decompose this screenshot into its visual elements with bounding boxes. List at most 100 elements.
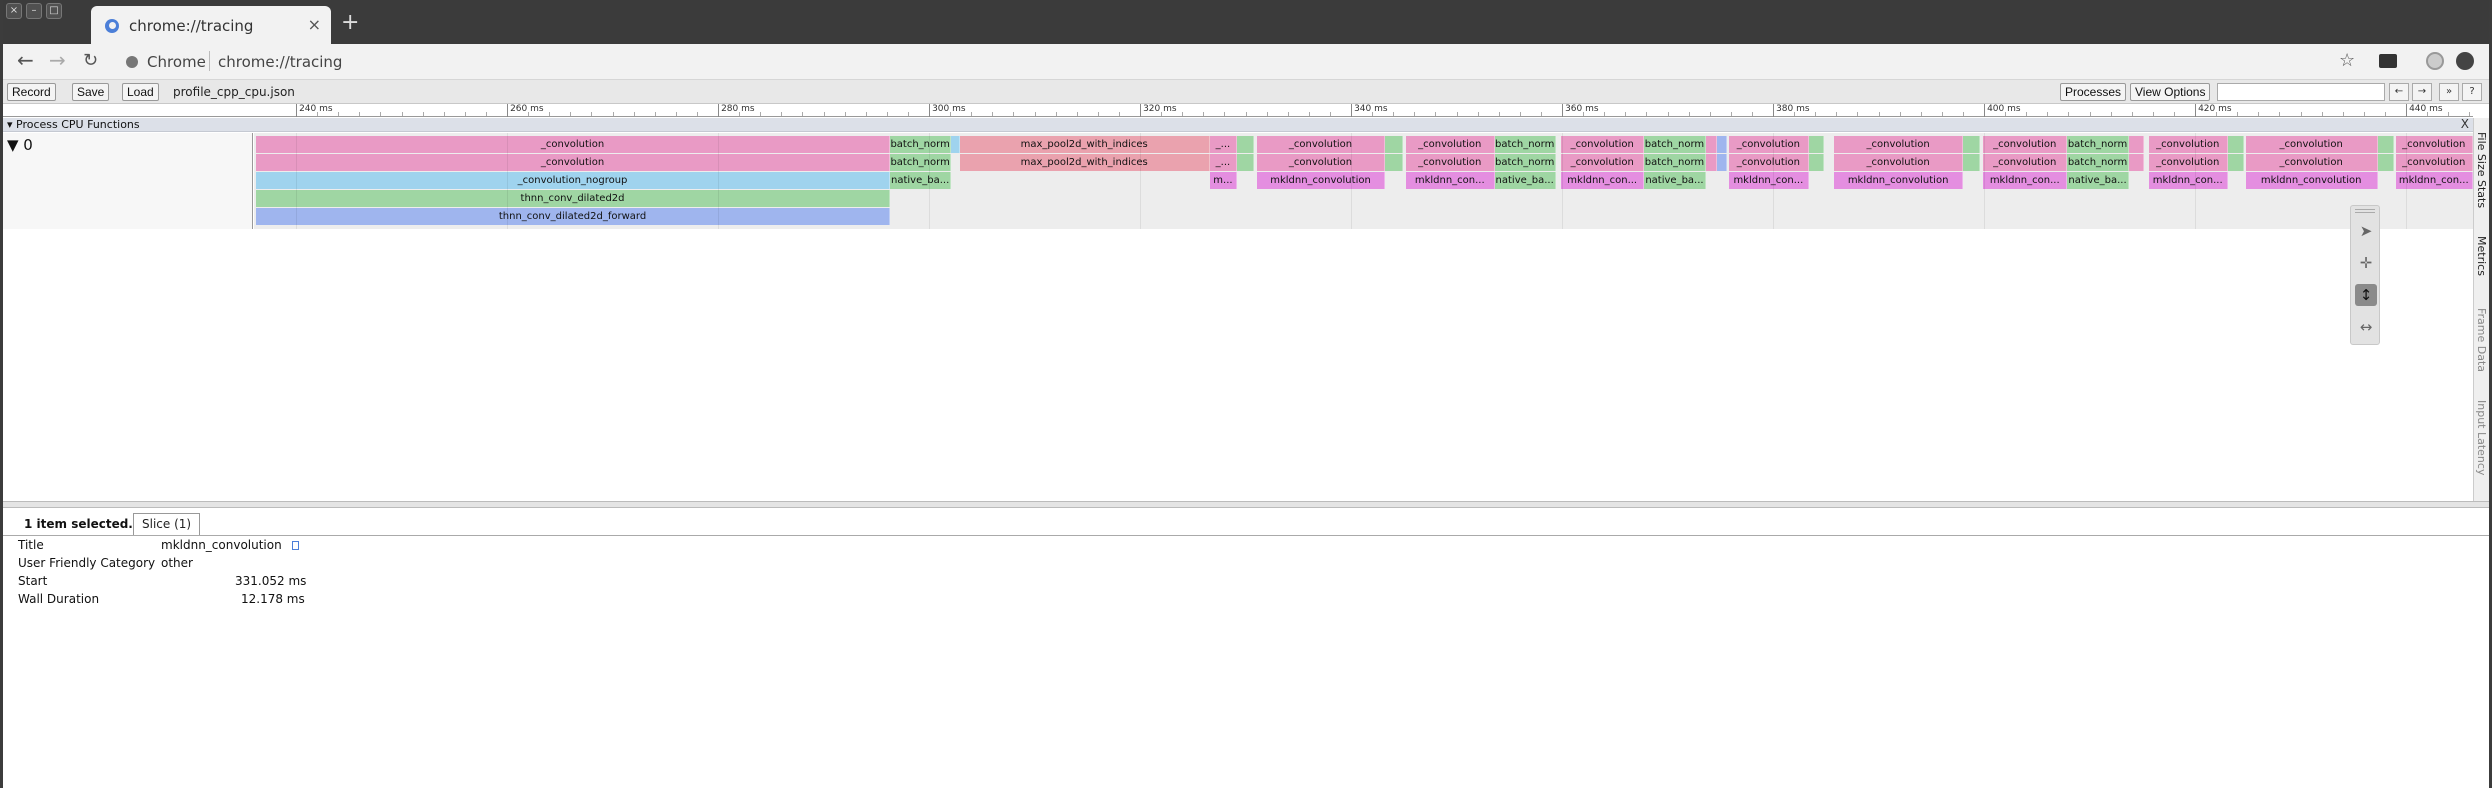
trace-slice[interactable]: max_pool2d_with_indices	[959, 136, 1210, 153]
trace-slice[interactable]	[2128, 136, 2145, 153]
trace-slice[interactable]: _convolution	[2395, 136, 2473, 153]
trace-slice[interactable]: _convolution	[1561, 154, 1645, 171]
trace-slice[interactable]	[1962, 136, 1980, 153]
processes-button[interactable]: Processes	[2060, 83, 2127, 101]
pan-icon[interactable]: ✛	[2355, 252, 2377, 274]
trace-slice[interactable]: _convolution	[1257, 136, 1385, 153]
trace-slice[interactable]: _convolution	[2148, 154, 2228, 171]
trace-slice[interactable]: _convolution	[2245, 154, 2378, 171]
trace-slice[interactable]: native_ba...	[1644, 172, 1706, 189]
trace-slice[interactable]: _...	[1209, 136, 1238, 153]
trace-slice[interactable]	[2377, 136, 2395, 153]
maximize-window-button[interactable]: □	[46, 3, 62, 19]
trace-slice[interactable]: mkldnn_convolution	[1834, 172, 1963, 189]
tab-close-icon[interactable]: ×	[308, 15, 321, 34]
trace-slice[interactable]: _convolution	[1561, 136, 1645, 153]
trace-slice[interactable]: _convolution	[1405, 154, 1495, 171]
trace-slice[interactable]	[1808, 136, 1824, 153]
trace-slice[interactable]	[2227, 136, 2244, 153]
trace-slice[interactable]: _convolution	[256, 136, 891, 153]
close-window-button[interactable]: ×	[6, 3, 22, 19]
trace-slice[interactable]	[1717, 154, 1727, 171]
trace-slice[interactable]: thnn_conv_dilated2d	[256, 190, 891, 207]
trace-slice[interactable]: _convolution	[1834, 136, 1963, 153]
bookmark-star-icon[interactable]: ☆	[2339, 50, 2355, 71]
save-button[interactable]: Save	[72, 83, 110, 101]
trace-slice[interactable]: _convolution	[2148, 136, 2228, 153]
trace-slice[interactable]	[1717, 136, 1727, 153]
trace-slice[interactable]	[2227, 154, 2244, 171]
trace-slice[interactable]: mkldnn_con...	[1728, 172, 1809, 189]
load-button[interactable]: Load	[122, 83, 159, 101]
trace-slice[interactable]: native_ba...	[2067, 172, 2129, 189]
trace-slice[interactable]: _convolution	[1728, 136, 1809, 153]
forward-arrow-icon[interactable]: →	[49, 48, 66, 72]
trace-slice[interactable]	[2377, 154, 2395, 171]
trace-slice[interactable]: batch_norm	[890, 154, 952, 171]
trace-slice[interactable]	[1808, 154, 1824, 171]
trace-slice[interactable]: _convolution	[256, 154, 891, 171]
back-arrow-icon[interactable]: ←	[17, 48, 34, 72]
browser-tab[interactable]: chrome://tracing ×	[91, 6, 331, 44]
new-tab-button[interactable]: +	[341, 10, 359, 35]
side-tab-frame-data[interactable]: Frame Data	[2475, 308, 2488, 372]
side-tab-input-latency[interactable]: Input Latency	[2475, 400, 2488, 475]
reload-icon[interactable]: ↻	[83, 50, 98, 71]
side-tab-file-size-stats[interactable]: File Size Stats	[2475, 132, 2488, 208]
profile-avatar-icon[interactable]	[2426, 52, 2444, 70]
trace-slice[interactable]: batch_norm	[1494, 154, 1556, 171]
extension-icon[interactable]	[2379, 54, 2397, 68]
timing-icon[interactable]: ↔	[2355, 316, 2377, 338]
browser-menu-icon[interactable]	[2456, 52, 2474, 70]
trace-slice[interactable]: _convolution	[2395, 154, 2473, 171]
process-header[interactable]: ▾ Process CPU Functions X	[3, 117, 2473, 132]
trace-slice[interactable]: batch_norm	[2067, 154, 2129, 171]
trace-slice[interactable]: mkldnn_convolution	[1257, 172, 1385, 189]
find-previous-button[interactable]: ←	[2389, 83, 2409, 101]
drag-handle-icon[interactable]	[2355, 209, 2375, 213]
trace-slice[interactable]: mkldnn_convolution	[2245, 172, 2378, 189]
trace-slice[interactable]: batch_norm	[1644, 136, 1706, 153]
trace-slice[interactable]	[1705, 154, 1718, 171]
trace-slice[interactable]: mkldnn_con...	[1561, 172, 1645, 189]
help-button[interactable]: ?	[2462, 83, 2482, 101]
minimize-window-button[interactable]: –	[26, 3, 42, 19]
trace-slice[interactable]: batch_norm	[1494, 136, 1556, 153]
thread-track[interactable]: _convolution _convolution _convolution_nog…	[254, 133, 2473, 229]
trace-slice[interactable]: _convolution_nogroup	[256, 172, 891, 189]
find-all-button[interactable]: »	[2439, 83, 2459, 101]
trace-slice[interactable]	[1237, 154, 1255, 171]
view-options-button[interactable]: View Options	[2130, 83, 2211, 101]
time-ruler[interactable]: 240 ms 260 ms 280 ms 300 ms 320 ms 340 ms 360 …	[3, 104, 2473, 117]
trace-slice[interactable]: batch_norm	[1644, 154, 1706, 171]
select-icon[interactable]: ➤	[2355, 220, 2377, 242]
trace-slice[interactable]: _convolution	[1257, 154, 1385, 171]
trace-slice[interactable]: _convolution	[1834, 154, 1963, 171]
trace-slice[interactable]: mkldnn_con...	[1983, 172, 2068, 189]
trace-slice[interactable]: native_ba...	[1494, 172, 1556, 189]
trace-slice[interactable]	[1384, 136, 1403, 153]
trace-slice[interactable]: mkldnn_con...	[2395, 172, 2473, 189]
find-next-button[interactable]: →	[2412, 83, 2432, 101]
trace-slice[interactable]: batch_norm	[890, 136, 952, 153]
trace-slice[interactable]: mkldnn_con...	[2148, 172, 2228, 189]
find-input[interactable]	[2217, 83, 2385, 101]
address-bar[interactable]: Chrome chrome://tracing	[121, 48, 2351, 76]
process-close-icon[interactable]: X	[2461, 117, 2469, 131]
trace-slice[interactable]: batch_norm	[2067, 136, 2129, 153]
trace-slice[interactable]: mkldnn_con...	[1405, 172, 1495, 189]
trace-slice[interactable]: thnn_conv_dilated2d_forward	[256, 208, 891, 225]
trace-slice[interactable]	[2128, 154, 2145, 171]
record-button[interactable]: Record	[7, 83, 56, 101]
trace-slice[interactable]	[1237, 136, 1255, 153]
trace-slice[interactable]: _convolution	[1728, 154, 1809, 171]
thread-label[interactable]: ▼ 0	[3, 133, 253, 229]
select-reference-icon[interactable]	[292, 541, 299, 550]
trace-slice[interactable]: m...	[1209, 172, 1238, 189]
trace-slice[interactable]	[951, 136, 960, 153]
tab-slice[interactable]: Slice (1)	[133, 513, 201, 535]
zoom-icon[interactable]: ↕	[2355, 284, 2377, 306]
trace-slice[interactable]: _convolution	[1983, 136, 2068, 153]
panel-splitter[interactable]	[3, 501, 2489, 508]
trace-slice[interactable]: _convolution	[1405, 136, 1495, 153]
